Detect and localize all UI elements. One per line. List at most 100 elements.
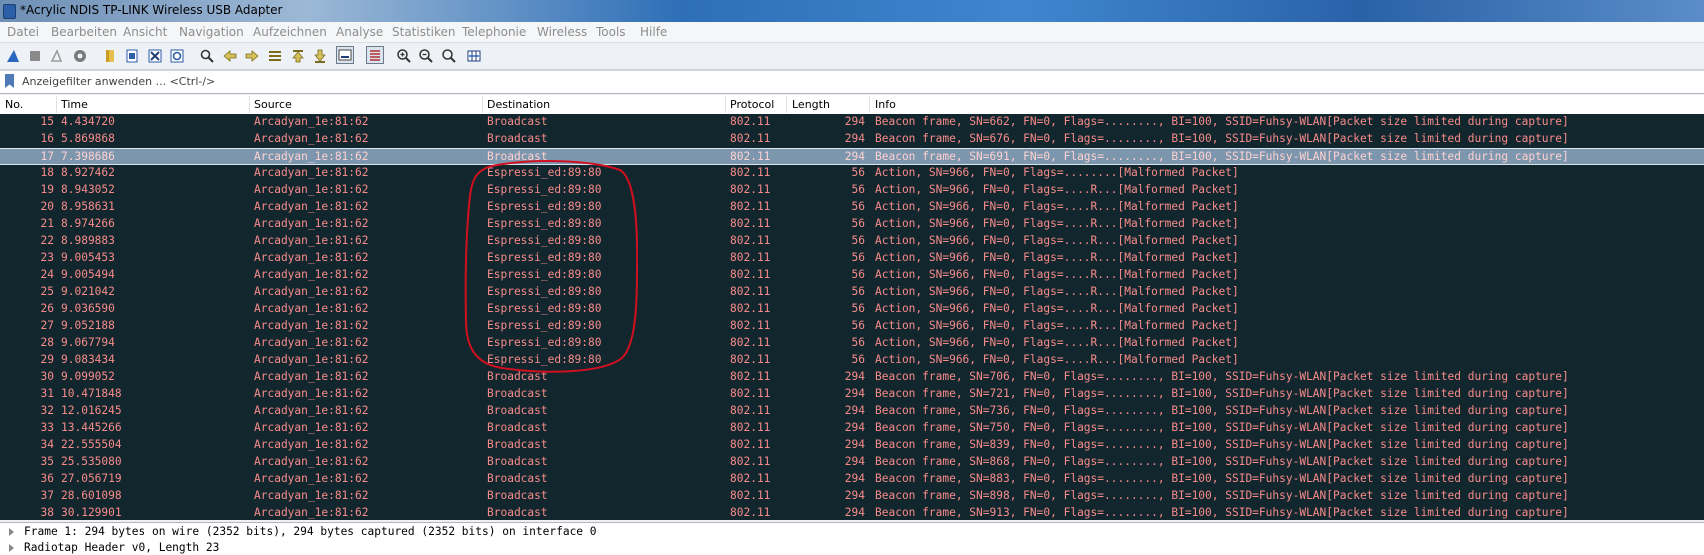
cell-info: Action, SN=966, FN=0, Flags=....R...[Mal… [875, 285, 1239, 298]
menu-aufzeichnen[interactable]: Aufzeichnen [253, 25, 327, 39]
stop-icon[interactable] [26, 47, 44, 65]
packet-row[interactable]: 37 28.601098 Arcadyan_1e:81:62 Broadcast 802… [0, 488, 1704, 505]
detail-row-radiotap[interactable]: Radiotap Header v0, Length 23 [0, 540, 1704, 555]
cell-length: 56 [851, 319, 865, 332]
cell-protocol: 802.11 [730, 472, 771, 485]
packet-row[interactable]: 31 10.471848 Arcadyan_1e:81:62 Broadcast 802… [0, 386, 1704, 403]
capture-options-icon[interactable] [71, 47, 89, 65]
colorize-icon[interactable] [366, 46, 384, 64]
wireshark-app-icon [3, 4, 16, 19]
column-divider[interactable] [869, 96, 870, 113]
zoom-normal-icon[interactable] [440, 47, 458, 65]
packet-row[interactable]: 33 13.445266 Arcadyan_1e:81:62 Broadcast 802… [0, 420, 1704, 437]
go-last-icon[interactable] [311, 47, 329, 65]
expand-triangle-icon[interactable] [9, 544, 14, 552]
cell-no: 32 [40, 404, 54, 417]
cell-length: 56 [851, 234, 865, 247]
cell-time: 30.129901 [61, 506, 122, 519]
packet-row[interactable]: 25 9.021042 Arcadyan_1e:81:62 Espressi_ed:8… [0, 284, 1704, 301]
column-divider[interactable] [786, 96, 787, 113]
zoom-in-icon[interactable] [395, 47, 413, 65]
packet-list[interactable]: 15 4.434720 Arcadyan_1e:81:62 Broadcast 802.… [0, 114, 1704, 520]
menu-telephonie[interactable]: Telephonie [462, 25, 526, 39]
close-file-icon[interactable] [146, 47, 164, 65]
cell-length: 56 [851, 268, 865, 281]
filter-bookmark-icon[interactable] [5, 74, 14, 88]
packet-row[interactable]: 28 9.067794 Arcadyan_1e:81:62 Espressi_ed:8… [0, 335, 1704, 352]
cell-protocol: 802.11 [730, 268, 771, 281]
menu-ansicht[interactable]: Ansicht [123, 25, 167, 39]
expand-triangle-icon[interactable] [9, 528, 14, 536]
packet-row[interactable]: 16 5.869868 Arcadyan_1e:81:62 Broadcast 802.… [0, 131, 1704, 148]
packet-row[interactable]: 26 9.036590 Arcadyan_1e:81:62 Espressi_ed:8… [0, 301, 1704, 318]
cell-destination: Espressi_ed:89:80 [487, 302, 602, 315]
packet-row[interactable]: 21 8.974266 Arcadyan_1e:81:62 Espressi_ed:8… [0, 216, 1704, 233]
menu-navigation[interactable]: Navigation [179, 25, 244, 39]
open-folder-icon[interactable] [101, 47, 119, 65]
restart-icon[interactable] [48, 47, 66, 65]
column-header-source[interactable]: Source [254, 98, 292, 111]
resize-columns-icon[interactable] [465, 47, 483, 65]
cell-protocol: 802.11 [730, 251, 771, 264]
column-divider[interactable] [482, 96, 483, 113]
cell-info: Beacon frame, SN=662, FN=0, Flags=......… [875, 115, 1569, 128]
column-divider[interactable] [725, 96, 726, 113]
column-divider[interactable] [249, 96, 250, 113]
packet-row[interactable]: 23 9.005453 Arcadyan_1e:81:62 Espressi_ed:8… [0, 250, 1704, 267]
cell-info: Action, SN=966, FN=0, Flags=....R...[Mal… [875, 183, 1239, 196]
window-titlebar[interactable]: *Acrylic NDIS TP-LINK Wireless USB Adapt… [0, 0, 1704, 22]
display-filter-bar: Anzeigefilter anwenden ... <Ctrl-/> [0, 70, 1704, 94]
cell-protocol: 802.11 [730, 336, 771, 349]
cell-no: 37 [40, 489, 54, 502]
cell-info: Action, SN=966, FN=0, Flags=....R...[Mal… [875, 234, 1239, 247]
cell-destination: Espressi_ed:89:80 [487, 319, 602, 332]
cell-length: 294 [844, 404, 865, 417]
cell-destination: Broadcast [487, 387, 548, 400]
packet-row[interactable]: 24 9.005494 Arcadyan_1e:81:62 Espressi_ed:8… [0, 267, 1704, 284]
detail-row-frame[interactable]: Frame 1: 294 bytes on wire (2352 bits), … [0, 524, 1704, 540]
menu-wireless[interactable]: Wireless [537, 25, 587, 39]
go-to-packet-icon[interactable] [266, 47, 284, 65]
column-header-destination[interactable]: Destination [487, 98, 550, 111]
cell-no: 27 [40, 319, 54, 332]
cell-protocol: 802.11 [730, 166, 771, 179]
packet-row[interactable]: 17 7.398686 Arcadyan_1e:81:62 Broadcast 802.… [0, 148, 1704, 165]
packet-row[interactable]: 38 30.129901 Arcadyan_1e:81:62 Broadcast 802… [0, 505, 1704, 520]
packet-row[interactable]: 22 8.989883 Arcadyan_1e:81:62 Espressi_ed:8… [0, 233, 1704, 250]
find-icon[interactable] [198, 47, 216, 65]
column-header-info[interactable]: Info [875, 98, 896, 111]
go-back-icon[interactable] [221, 47, 239, 65]
packet-row[interactable]: 27 9.052188 Arcadyan_1e:81:62 Espressi_ed:8… [0, 318, 1704, 335]
column-header-length[interactable]: Length [792, 98, 830, 111]
zoom-out-icon[interactable] [417, 47, 435, 65]
go-first-icon[interactable] [289, 47, 307, 65]
column-header-no[interactable]: No. [5, 98, 23, 111]
autoscroll-icon[interactable] [336, 46, 354, 64]
packet-row[interactable]: 18 8.927462 Arcadyan_1e:81:62 Espressi_ed:8… [0, 165, 1704, 182]
packet-row[interactable]: 34 22.555504 Arcadyan_1e:81:62 Broadcast 802… [0, 437, 1704, 454]
file-save-icon[interactable] [123, 47, 141, 65]
column-header-protocol[interactable]: Protocol [730, 98, 774, 111]
menu-statistiken[interactable]: Statistiken [392, 25, 456, 39]
packet-row[interactable]: 30 9.099052 Arcadyan_1e:81:62 Broadcast 802.… [0, 369, 1704, 386]
menu-analyse[interactable]: Analyse [336, 25, 383, 39]
menu-datei[interactable]: Datei [7, 25, 39, 39]
cell-no: 29 [40, 353, 54, 366]
packet-row[interactable]: 20 8.958631 Arcadyan_1e:81:62 Espressi_ed:8… [0, 199, 1704, 216]
reload-icon[interactable] [168, 47, 186, 65]
go-forward-icon[interactable] [243, 47, 261, 65]
packet-row[interactable]: 29 9.083434 Arcadyan_1e:81:62 Espressi_ed:8… [0, 352, 1704, 369]
packet-row[interactable]: 19 8.943052 Arcadyan_1e:81:62 Espressi_ed:8… [0, 182, 1704, 199]
shark-fin-start-icon[interactable] [4, 47, 22, 65]
menu-bearbeiten[interactable]: Bearbeiten [51, 25, 117, 39]
packet-row[interactable]: 15 4.434720 Arcadyan_1e:81:62 Broadcast 802.… [0, 114, 1704, 131]
packet-row[interactable]: 36 27.056719 Arcadyan_1e:81:62 Broadcast 802… [0, 471, 1704, 488]
cell-source: Arcadyan_1e:81:62 [254, 115, 369, 128]
column-header-time[interactable]: Time [61, 98, 88, 111]
packet-row[interactable]: 32 12.016245 Arcadyan_1e:81:62 Broadcast 802… [0, 403, 1704, 420]
menu-hilfe[interactable]: Hilfe [640, 25, 667, 39]
column-divider[interactable] [56, 96, 57, 113]
display-filter-input[interactable]: Anzeigefilter anwenden ... <Ctrl-/> [22, 75, 215, 88]
menu-tools[interactable]: Tools [596, 25, 626, 39]
packet-row[interactable]: 35 25.535080 Arcadyan_1e:81:62 Broadcast 802… [0, 454, 1704, 471]
